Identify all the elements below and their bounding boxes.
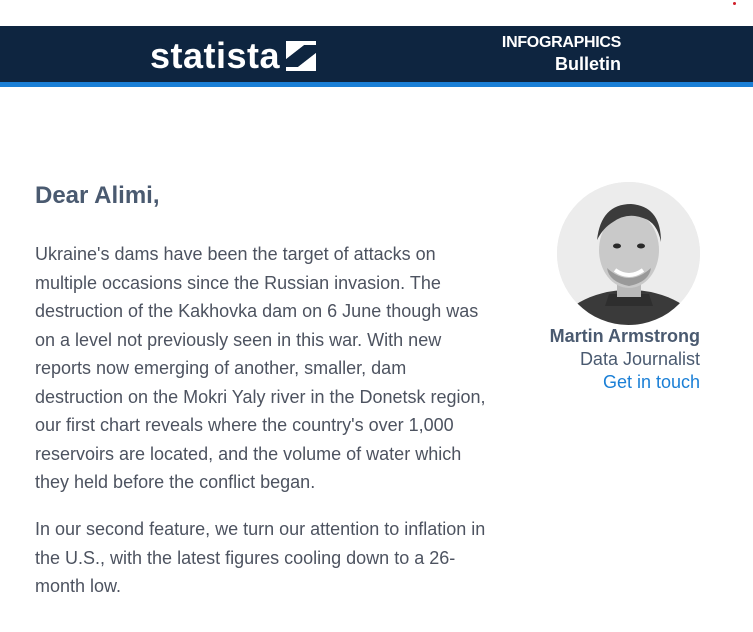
bulletin-label: INFOGRAPHICS Bulletin — [502, 33, 621, 75]
get-in-touch-link[interactable]: Get in touch — [603, 371, 700, 394]
header-accent-bar — [0, 82, 753, 87]
header-kicker: INFOGRAPHICS — [501, 34, 621, 51]
author-avatar — [557, 182, 700, 325]
email-header — [0, 26, 753, 82]
statista-logo[interactable]: statista — [150, 35, 317, 76]
intro-paragraph: Ukraine's dams have been the target of a… — [35, 244, 486, 492]
logo-wordmark: statista — [150, 35, 281, 76]
author-photo — [557, 182, 700, 325]
statista-logo-icon — [286, 41, 317, 71]
header-title: Bulletin — [555, 54, 621, 74]
notification-dot — [733, 2, 736, 5]
author-role: Data Journalist — [579, 349, 700, 369]
second-paragraph: In our second feature, we turn our atten… — [35, 519, 486, 596]
author-name: Martin Armstrong — [549, 326, 700, 346]
greeting: Dear Alimi, — [35, 182, 160, 209]
